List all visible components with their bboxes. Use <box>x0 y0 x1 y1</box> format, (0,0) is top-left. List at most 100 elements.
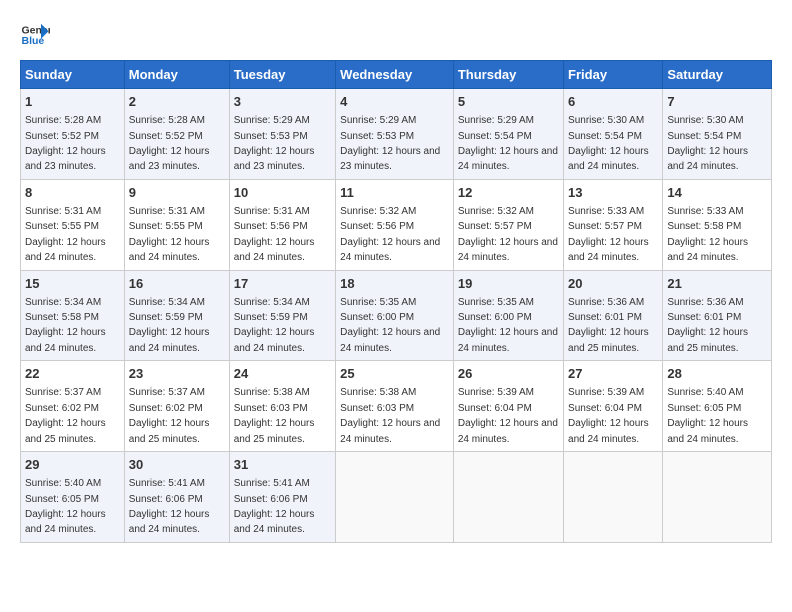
calendar-cell <box>453 452 563 543</box>
sunset-text: Sunset: 6:01 PM <box>568 312 642 323</box>
calendar-week-row: 29 Sunrise: 5:40 AM Sunset: 6:05 PM Dayligh… <box>21 452 772 543</box>
calendar-week-row: 8 Sunrise: 5:31 AM Sunset: 5:55 PM Daylight… <box>21 179 772 270</box>
weekday-header-wednesday: Wednesday <box>336 61 454 89</box>
sunset-text: Sunset: 5:54 PM <box>458 131 532 142</box>
calendar-cell: 8Sunrise: 5:31 AMSunset: 5:55 PMDaylight… <box>21 179 125 270</box>
day-number: 19 <box>458 275 559 293</box>
sunrise-text: Sunrise: 5:34 AM <box>25 297 101 308</box>
day-number: 20 <box>568 275 658 293</box>
sunrise-text: Sunrise: 5:30 AM <box>568 115 644 126</box>
sunset-text: Sunset: 5:55 PM <box>129 221 203 232</box>
calendar-cell: 30 Sunrise: 5:41 AM Sunset: 6:06 PM Dayligh… <box>124 452 229 543</box>
calendar-cell: 14Sunrise: 5:33 AMSunset: 5:58 PMDayligh… <box>663 179 772 270</box>
calendar-cell: 20Sunrise: 5:36 AMSunset: 6:01 PMDayligh… <box>564 270 663 361</box>
day-number: 29 <box>25 456 120 474</box>
sunrise-text: Sunrise: 5:38 AM <box>340 387 416 398</box>
daylight-text: Daylight: 12 hours and 25 minutes. <box>25 418 106 444</box>
sunrise-text: Sunrise: 5:29 AM <box>458 115 534 126</box>
sunset-text: Sunset: 5:54 PM <box>667 131 741 142</box>
daylight-text: Daylight: 12 hours and 25 minutes. <box>129 418 210 444</box>
sunset-text: Sunset: 6:02 PM <box>25 403 99 414</box>
daylight-text: Daylight: 12 hours and 23 minutes. <box>25 146 106 172</box>
day-number: 26 <box>458 365 559 383</box>
day-number: 16 <box>129 275 225 293</box>
sunset-text: Sunset: 6:03 PM <box>340 403 414 414</box>
sunset-text: Sunset: 6:00 PM <box>340 312 414 323</box>
day-number: 8 <box>25 184 120 202</box>
weekday-header-thursday: Thursday <box>453 61 563 89</box>
sunset-text: Sunset: 5:57 PM <box>458 221 532 232</box>
sunset-text: Sunset: 5:52 PM <box>25 131 99 142</box>
day-number: 4 <box>340 93 449 111</box>
sunrise-text: Sunrise: 5:38 AM <box>234 387 310 398</box>
sunset-text: Sunset: 5:59 PM <box>234 312 308 323</box>
daylight-text: Daylight: 12 hours and 24 minutes. <box>667 237 748 263</box>
daylight-text: Daylight: 12 hours and 24 minutes. <box>568 418 649 444</box>
sunrise-text: Sunrise: 5:39 AM <box>458 387 534 398</box>
sunrise-text: Sunrise: 5:41 AM <box>234 478 310 489</box>
sunset-text: Sunset: 6:06 PM <box>129 494 203 505</box>
sunrise-text: Sunrise: 5:30 AM <box>667 115 743 126</box>
day-number: 24 <box>234 365 331 383</box>
day-number: 21 <box>667 275 767 293</box>
sunset-text: Sunset: 6:05 PM <box>667 403 741 414</box>
day-number: 23 <box>129 365 225 383</box>
sunset-text: Sunset: 6:03 PM <box>234 403 308 414</box>
calendar-cell: 31Sunrise: 5:41 AMSunset: 6:06 PMDayligh… <box>229 452 335 543</box>
calendar-week-row: 15Sunrise: 5:34 AMSunset: 5:58 PMDayligh… <box>21 270 772 361</box>
calendar-cell: 2Sunrise: 5:28 AMSunset: 5:52 PMDaylight… <box>124 89 229 180</box>
day-number: 30 <box>129 456 225 474</box>
sunrise-text: Sunrise: 5:35 AM <box>340 297 416 308</box>
calendar-cell: 25Sunrise: 5:38 AMSunset: 6:03 PMDayligh… <box>336 361 454 452</box>
calendar-cell: 6Sunrise: 5:30 AMSunset: 5:54 PMDaylight… <box>564 89 663 180</box>
day-number: 28 <box>667 365 767 383</box>
sunset-text: Sunset: 5:57 PM <box>568 221 642 232</box>
daylight-text: Daylight: 12 hours and 24 minutes. <box>129 509 210 535</box>
sunrise-text: Sunrise: 5:33 AM <box>667 206 743 217</box>
daylight-text: Daylight: 12 hours and 24 minutes. <box>234 237 315 263</box>
calendar-cell: 24Sunrise: 5:38 AMSunset: 6:03 PMDayligh… <box>229 361 335 452</box>
day-number: 5 <box>458 93 559 111</box>
svg-text:Blue: Blue <box>22 35 45 47</box>
weekday-header-sunday: Sunday <box>21 61 125 89</box>
day-number: 9 <box>129 184 225 202</box>
day-number: 7 <box>667 93 767 111</box>
daylight-text: Daylight: 12 hours and 24 minutes. <box>458 327 558 353</box>
calendar-cell <box>336 452 454 543</box>
calendar-cell: 1Sunrise: 5:28 AMSunset: 5:52 PMDaylight… <box>21 89 125 180</box>
day-number: 27 <box>568 365 658 383</box>
sunrise-text: Sunrise: 5:31 AM <box>25 206 101 217</box>
sunset-text: Sunset: 5:58 PM <box>667 221 741 232</box>
sunrise-text: Sunrise: 5:41 AM <box>129 478 205 489</box>
daylight-text: Daylight: 12 hours and 23 minutes. <box>129 146 210 172</box>
sunrise-text: Sunrise: 5:37 AM <box>129 387 205 398</box>
calendar-cell: 29Sunrise: 5:40 AMSunset: 6:05 PMDayligh… <box>21 452 125 543</box>
sunset-text: Sunset: 6:05 PM <box>25 494 99 505</box>
daylight-text: Daylight: 12 hours and 24 minutes. <box>458 237 558 263</box>
daylight-text: Daylight: 12 hours and 24 minutes. <box>234 327 315 353</box>
calendar-cell: 3Sunrise: 5:29 AMSunset: 5:53 PMDaylight… <box>229 89 335 180</box>
calendar-cell <box>663 452 772 543</box>
sunset-text: Sunset: 5:53 PM <box>340 131 414 142</box>
sunset-text: Sunset: 6:04 PM <box>568 403 642 414</box>
calendar-cell: 5Sunrise: 5:29 AMSunset: 5:54 PMDaylight… <box>453 89 563 180</box>
daylight-text: Daylight: 12 hours and 24 minutes. <box>568 237 649 263</box>
daylight-text: Daylight: 12 hours and 24 minutes. <box>25 327 106 353</box>
sunset-text: Sunset: 6:02 PM <box>129 403 203 414</box>
day-number: 2 <box>129 93 225 111</box>
calendar-cell: 22Sunrise: 5:37 AMSunset: 6:02 PMDayligh… <box>21 361 125 452</box>
day-number: 22 <box>25 365 120 383</box>
sunrise-text: Sunrise: 5:28 AM <box>25 115 101 126</box>
logo-icon: General Blue <box>20 20 50 50</box>
sunrise-text: Sunrise: 5:28 AM <box>129 115 205 126</box>
calendar-body: 1Sunrise: 5:28 AMSunset: 5:52 PMDaylight… <box>21 89 772 543</box>
sunrise-text: Sunrise: 5:36 AM <box>667 297 743 308</box>
sunset-text: Sunset: 5:58 PM <box>25 312 99 323</box>
sunrise-text: Sunrise: 5:36 AM <box>568 297 644 308</box>
sunrise-text: Sunrise: 5:40 AM <box>25 478 101 489</box>
calendar-cell: 10Sunrise: 5:31 AMSunset: 5:56 PMDayligh… <box>229 179 335 270</box>
calendar-cell: 11Sunrise: 5:32 AMSunset: 5:56 PMDayligh… <box>336 179 454 270</box>
sunrise-text: Sunrise: 5:35 AM <box>458 297 534 308</box>
weekday-header-tuesday: Tuesday <box>229 61 335 89</box>
sunrise-text: Sunrise: 5:40 AM <box>667 387 743 398</box>
